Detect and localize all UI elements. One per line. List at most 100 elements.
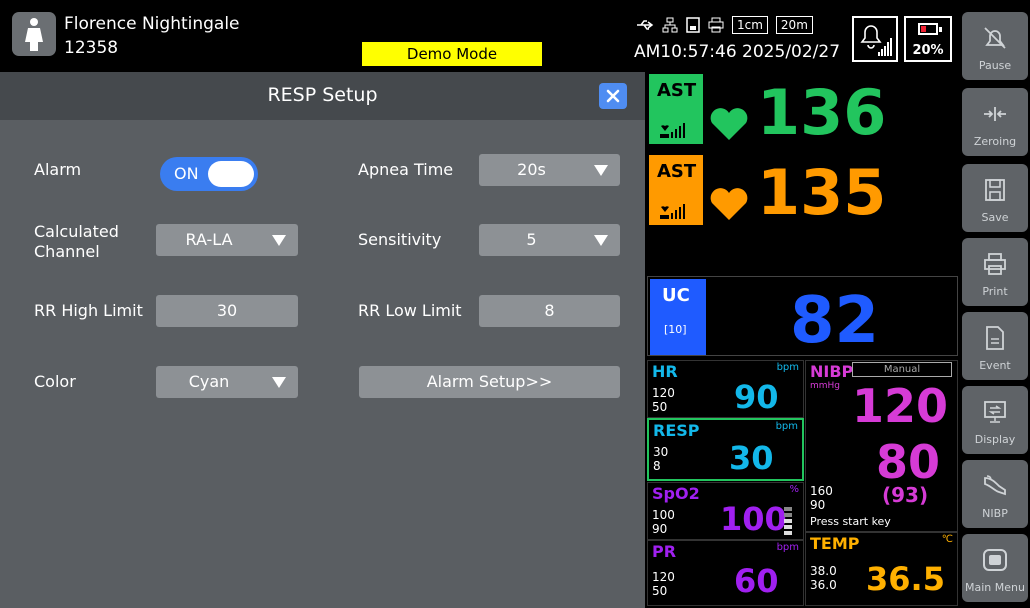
temp-label: TEMP (810, 534, 860, 553)
pr-high-limit: 120 (652, 570, 675, 584)
nibp-unit: mmHg (810, 381, 841, 391)
hr-high-limit: 120 (652, 386, 675, 400)
pr-cell[interactable]: PR bpm 120 50 60 (647, 540, 804, 606)
sensitivity-label: Sensitivity (358, 230, 442, 249)
top-bar: Florence Nightingale 12358 Demo Mode 1cm… (0, 0, 960, 70)
nibp-systolic: 120 (852, 379, 949, 433)
uc-value: 82 (790, 284, 880, 358)
color-label: Color (34, 372, 76, 391)
signal-strength-icon (660, 204, 685, 219)
person-icon[interactable] (12, 12, 56, 56)
spo2-high-limit: 100 (652, 508, 675, 522)
alarm-setup-button[interactable]: Alarm Setup>> (359, 366, 620, 398)
calculated-channel-label: Calculated Channel (34, 222, 119, 261)
rr-low-limit-value: 8 (544, 301, 555, 320)
close-button[interactable] (599, 83, 627, 109)
pause-button[interactable]: Pause (962, 12, 1028, 80)
right-menu: Pause Zeroing Save Print Event Display N… (960, 0, 1030, 608)
perfusion-bar-icon (784, 507, 792, 535)
alarm-label: Alarm (34, 160, 82, 179)
temp-high-limit: 38.0 (810, 564, 837, 578)
heart-icon (710, 188, 748, 220)
sensitivity-select[interactable]: 5 (479, 224, 620, 256)
main-menu-button[interactable]: Main Menu (962, 534, 1028, 602)
rr-high-limit-label: RR High Limit (34, 301, 143, 320)
event-button[interactable]: Event (962, 312, 1028, 380)
main-menu-icon (983, 549, 1007, 571)
network-icon (662, 17, 678, 33)
display-icon (984, 401, 1006, 423)
date-time: AM10:57:46 2025/02/27 (634, 42, 841, 62)
pr-unit: bpm (776, 542, 799, 553)
ast2-value: 135 (757, 156, 887, 229)
nibp-mean: (93) (882, 483, 929, 507)
color-select[interactable]: Cyan (156, 366, 298, 398)
storage-icon (686, 17, 700, 33)
usb-icon (637, 20, 654, 30)
temp-low-limit: 36.0 (810, 578, 837, 592)
dropdown-arrow-icon (594, 165, 608, 176)
dropdown-arrow-icon (272, 235, 286, 246)
time-scale-indicator: 20m (775, 16, 813, 34)
pr-value: 60 (734, 562, 779, 600)
calculated-channel-select[interactable]: RA-LA (156, 224, 298, 256)
display-label: Display (974, 433, 1016, 446)
sensitivity-value: 5 (526, 230, 537, 249)
hr-cell[interactable]: HR bpm 120 50 90 (647, 360, 804, 418)
uc-label-box: UC [10] (650, 279, 706, 355)
temp-cell[interactable]: TEMP ℃ 38.0 36.0 36.5 (805, 532, 958, 606)
resp-cell[interactable]: RESP bpm 30 8 30 (647, 418, 804, 481)
ast1-value: 136 (757, 76, 887, 149)
rr-high-limit-input[interactable]: 30 (156, 295, 298, 327)
patient-name: Florence Nightingale (64, 14, 240, 34)
status-icons: 1cm 20m (636, 14, 813, 36)
zeroing-icon (984, 107, 1006, 121)
nibp-mode: Manual (852, 362, 952, 377)
print-button[interactable]: Print (962, 238, 1028, 306)
nibp-button[interactable]: NIBP (962, 460, 1028, 528)
save-button[interactable]: Save (962, 164, 1028, 232)
apnea-time-select[interactable]: 20s (479, 154, 620, 186)
rr-high-limit-value: 30 (216, 301, 238, 320)
bell-icon (860, 25, 892, 56)
alarm-pause-icon (984, 27, 1006, 49)
alarm-setup-label: Alarm Setup>> (426, 372, 553, 391)
nibp-cell[interactable]: NIBP Manual mmHg 120 80 160 90 (93) Pres… (805, 360, 958, 532)
zeroing-label: Zeroing (973, 135, 1017, 148)
heart-icon (710, 108, 748, 140)
ast1-label-box[interactable]: AST (649, 74, 703, 144)
signal-strength-icon (660, 123, 685, 138)
rr-low-limit-input[interactable]: 8 (479, 295, 620, 327)
printer-status-icon (708, 17, 724, 33)
main-menu-label: Main Menu (965, 581, 1025, 594)
spo2-cell[interactable]: SpO2 % 100 90 100 (647, 482, 804, 540)
alarm-toggle[interactable]: ON (160, 157, 258, 191)
uc-label: UC (662, 285, 690, 306)
display-button[interactable]: Display (962, 386, 1028, 454)
nibp-low-limit: 90 (810, 498, 826, 512)
pr-label: PR (652, 542, 677, 561)
resp-value: 30 (729, 439, 774, 477)
spo2-unit: % (789, 484, 799, 495)
hr-low-limit: 50 (652, 400, 668, 414)
pause-label: Pause (978, 59, 1012, 72)
ecg-scale-indicator: 1cm (732, 16, 768, 34)
uc-sub: [10] (664, 323, 687, 336)
dialog-header: RESP Setup (0, 72, 645, 120)
nibp-label: NIBP (810, 362, 854, 381)
nibp-hint: Press start key (810, 515, 891, 528)
apnea-time-value: 20s (517, 160, 546, 179)
calculated-channel-value: RA-LA (185, 230, 233, 249)
hr-unit: bpm (776, 362, 799, 373)
hr-value: 90 (734, 378, 779, 416)
alarm-volume-indicator[interactable] (852, 16, 898, 62)
save-icon (985, 179, 1005, 201)
event-label: Event (979, 359, 1011, 372)
zeroing-button[interactable]: Zeroing (962, 88, 1028, 156)
temp-value: 36.5 (866, 560, 945, 598)
ast2-label-box[interactable]: AST (649, 155, 703, 225)
print-label: Print (982, 285, 1008, 298)
resp-setup-dialog: RESP Setup Alarm ON Apnea Time 20s Calcu… (0, 72, 645, 608)
battery-percent: 20% (912, 43, 944, 58)
uc-cell[interactable]: UC [10] 82 (647, 276, 958, 356)
